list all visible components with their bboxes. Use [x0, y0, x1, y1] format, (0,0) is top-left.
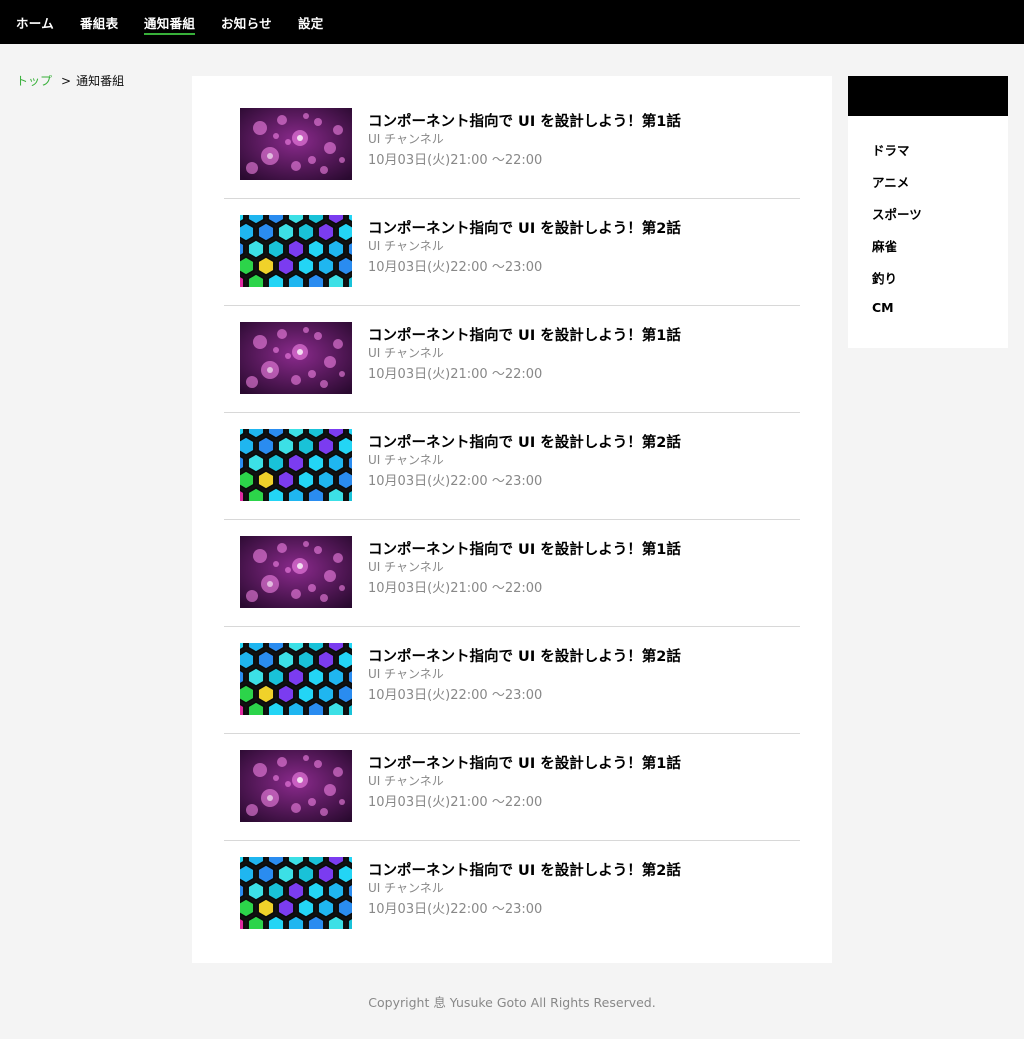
sidebar-item-drama[interactable]: ドラマ [872, 140, 910, 159]
nav-item-news[interactable]: お知らせ [221, 13, 272, 35]
program-item[interactable]: コンポーネント指向で UI を設計しよう！第2話 UI チャンネル 10月03日(火… [224, 413, 800, 520]
breadcrumb-top-link[interactable]: トップ [16, 74, 52, 88]
program-channel: UI チャンネル [368, 239, 444, 253]
program-thumbnail [240, 857, 352, 929]
nav-item-home[interactable]: ホーム [16, 13, 54, 35]
program-time: 10月03日(火)21:00 〜22:00 [368, 367, 543, 382]
program-thumbnail [240, 536, 352, 608]
program-thumbnail [240, 215, 352, 287]
program-title: コンポーネント指向で UI を設計しよう！第2話 [368, 221, 681, 237]
program-time: 10月03日(火)22:00 〜23:00 [368, 260, 543, 275]
program-item[interactable]: コンポーネント指向で UI を設計しよう！第2話 UI チャンネル 10月03日(火… [224, 199, 800, 306]
sidebar-item-anime[interactable]: アニメ [872, 172, 909, 191]
breadcrumb-separator: > [61, 74, 72, 88]
program-channel: UI チャンネル [368, 560, 444, 574]
sidebar-item-fishing[interactable]: 釣り [872, 268, 897, 287]
sidebar-header [848, 76, 1008, 116]
program-channel: UI チャンネル [368, 881, 444, 895]
program-thumbnail [240, 322, 352, 394]
program-channel: UI チャンネル [368, 346, 444, 360]
program-title: コンポーネント指向で UI を設計しよう！第1話 [368, 114, 681, 130]
program-item[interactable]: コンポーネント指向で UI を設計しよう！第1話 UI チャンネル 10月03日(火… [224, 306, 800, 413]
program-title: コンポーネント指向で UI を設計しよう！第1話 [368, 328, 681, 344]
sidebar-item-mahjong[interactable]: 麻雀 [872, 236, 897, 255]
program-time: 10月03日(火)22:00 〜23:00 [368, 474, 543, 489]
program-channel: UI チャンネル [368, 453, 444, 467]
program-item[interactable]: コンポーネント指向で UI を設計しよう！第1話 UI チャンネル 10月03日(火… [224, 734, 800, 841]
program-channel: UI チャンネル [368, 774, 444, 788]
program-item[interactable]: コンポーネント指向で UI を設計しよう！第2話 UI チャンネル 10月03日(火… [224, 627, 800, 734]
program-time: 10月03日(火)22:00 〜23:00 [368, 688, 543, 703]
program-item[interactable]: コンポーネント指向で UI を設計しよう！第1話 UI チャンネル 10月03日(火… [224, 92, 800, 199]
program-item[interactable]: コンポーネント指向で UI を設計しよう！第1話 UI チャンネル 10月03日(火… [224, 520, 800, 627]
nav-item-settings[interactable]: 設定 [298, 13, 324, 35]
program-list: コンポーネント指向で UI を設計しよう！第1話 UI チャンネル 10月03日(火… [192, 76, 832, 963]
footer-copyright: Copyright 息 Yusuke Goto All Rights Reser… [368, 995, 656, 1010]
program-time: 10月03日(火)21:00 〜22:00 [368, 581, 543, 596]
top-nav-bar: ホーム 番組表 通知番組 お知らせ 設定 [0, 0, 1024, 44]
breadcrumb-current: 通知番組 [76, 74, 125, 88]
program-channel: UI チャンネル [368, 132, 444, 146]
program-thumbnail [240, 108, 352, 180]
program-time: 10月03日(火)21:00 〜22:00 [368, 795, 543, 810]
program-time: 10月03日(火)22:00 〜23:00 [368, 902, 543, 917]
program-channel: UI チャンネル [368, 667, 444, 681]
program-title: コンポーネント指向で UI を設計しよう！第2話 [368, 863, 681, 879]
nav-item-schedule[interactable]: 番組表 [80, 13, 118, 35]
program-title: コンポーネント指向で UI を設計しよう！第1話 [368, 756, 681, 772]
program-item[interactable]: コンポーネント指向で UI を設計しよう！第2話 UI チャンネル 10月03日(火… [224, 841, 800, 948]
program-title: コンポーネント指向で UI を設計しよう！第2話 [368, 649, 681, 665]
program-title: コンポーネント指向で UI を設計しよう！第2話 [368, 435, 681, 451]
sidebar-item-cm[interactable]: CM [872, 300, 894, 315]
category-sidebar: ドラマ アニメ スポーツ 麻雀 釣り CM [848, 76, 1008, 348]
sidebar-item-sports[interactable]: スポーツ [872, 204, 922, 223]
nav-item-notified-programs[interactable]: 通知番組 [144, 13, 196, 35]
program-thumbnail [240, 429, 352, 501]
breadcrumb: トップ > 通知番組 [16, 72, 124, 89]
program-title: コンポーネント指向で UI を設計しよう！第1話 [368, 542, 681, 558]
program-thumbnail [240, 750, 352, 822]
program-thumbnail [240, 643, 352, 715]
program-time: 10月03日(火)21:00 〜22:00 [368, 153, 543, 168]
